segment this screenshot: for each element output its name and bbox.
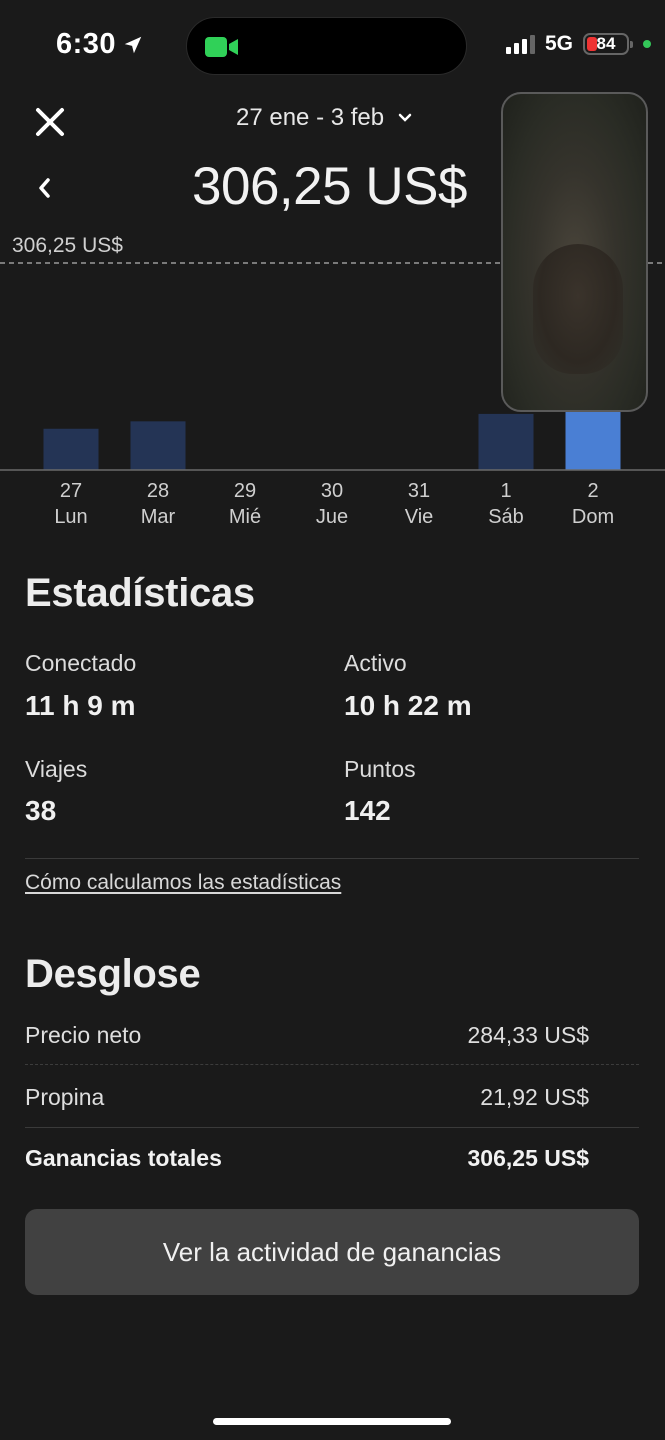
stat-value-trips: 38 — [25, 795, 57, 826]
breakdown-label-tip: Propina — [25, 1084, 105, 1110]
tick-day-number: 31 — [408, 480, 430, 502]
status-time: 6:30 — [56, 28, 144, 61]
stat-value-connected: 11 h 9 m — [25, 690, 136, 721]
tick-day-name: Sáb — [488, 506, 524, 528]
status-indicators: 5G 84 — [505, 32, 651, 56]
caller-video — [533, 244, 623, 374]
view-earnings-activity-button[interactable]: Ver la actividad de ganancias — [25, 1209, 639, 1295]
tick-day-name: Lun — [54, 506, 87, 528]
date-range-selector[interactable]: 27 ene - 3 feb — [236, 104, 412, 132]
breakdown-divider — [25, 1127, 639, 1128]
stat-label-active: Activo — [344, 650, 407, 676]
tick-day-number: 2 — [587, 480, 598, 502]
stats-title: Estadísticas — [25, 571, 255, 615]
breakdown-value-net-fare: 284,33 US$ — [467, 1022, 589, 1048]
breakdown-title: Desglose — [25, 952, 201, 996]
breakdown-label-net-fare: Precio neto — [25, 1022, 142, 1048]
total-earnings: 306,25 US$ — [192, 157, 467, 216]
tick-day-name: Vie — [405, 506, 434, 528]
battery-icon: 84 — [583, 33, 633, 55]
earnings-screen: 6:30 5G 84 27 ene - 3 feb 306,25 US$ 306… — [0, 0, 665, 1440]
battery-level: 84 — [596, 34, 616, 53]
stats-explanation-link[interactable]: Cómo calculamos las estadísticas — [25, 871, 341, 895]
clock-text: 6:30 — [56, 28, 117, 60]
tick-day-number: 30 — [321, 480, 343, 502]
tick-day-name: Mié — [229, 506, 261, 528]
bar-sáb — [478, 413, 534, 470]
stat-label-trips: Viajes — [25, 756, 88, 782]
chevron-down-icon — [398, 113, 412, 122]
home-indicator[interactable] — [213, 1418, 451, 1425]
location-arrow-icon — [124, 36, 142, 53]
reference-label: 306,25 US$ — [12, 234, 123, 257]
facetime-pip-window[interactable] — [501, 92, 648, 412]
stat-label-connected: Conectado — [25, 650, 137, 676]
tick-day-number: 28 — [147, 480, 169, 502]
bar-lun — [43, 428, 99, 470]
network-type: 5G — [544, 32, 573, 55]
bar-mar — [130, 421, 186, 470]
cellular-signal-icon — [505, 34, 535, 54]
tick-day-name: Dom — [572, 506, 614, 528]
tick-day-name: Jue — [316, 506, 348, 528]
breakdown-value-tip: 21,92 US$ — [480, 1084, 589, 1110]
date-range-label: 27 ene - 3 feb — [236, 104, 385, 131]
tick-day-name: Mar — [141, 506, 176, 528]
close-icon[interactable] — [30, 102, 70, 142]
stat-value-active: 10 h 22 m — [344, 690, 472, 721]
tick-day-number: 1 — [500, 480, 511, 502]
breakdown-value-total: 306,25 US$ — [467, 1145, 589, 1171]
dynamic-island — [186, 17, 467, 75]
facetime-video-icon — [205, 37, 238, 57]
camera-in-use-dot — [643, 40, 651, 48]
breakdown-separator — [25, 1064, 639, 1065]
tick-day-number: 29 — [234, 480, 256, 502]
stats-divider — [25, 858, 639, 859]
stat-label-points: Puntos — [344, 756, 416, 782]
breakdown-label-total: Ganancias totales — [25, 1145, 222, 1171]
chevron-left-icon[interactable] — [32, 170, 56, 206]
stat-value-points: 142 — [344, 795, 391, 826]
tick-day-number: 27 — [60, 480, 82, 502]
